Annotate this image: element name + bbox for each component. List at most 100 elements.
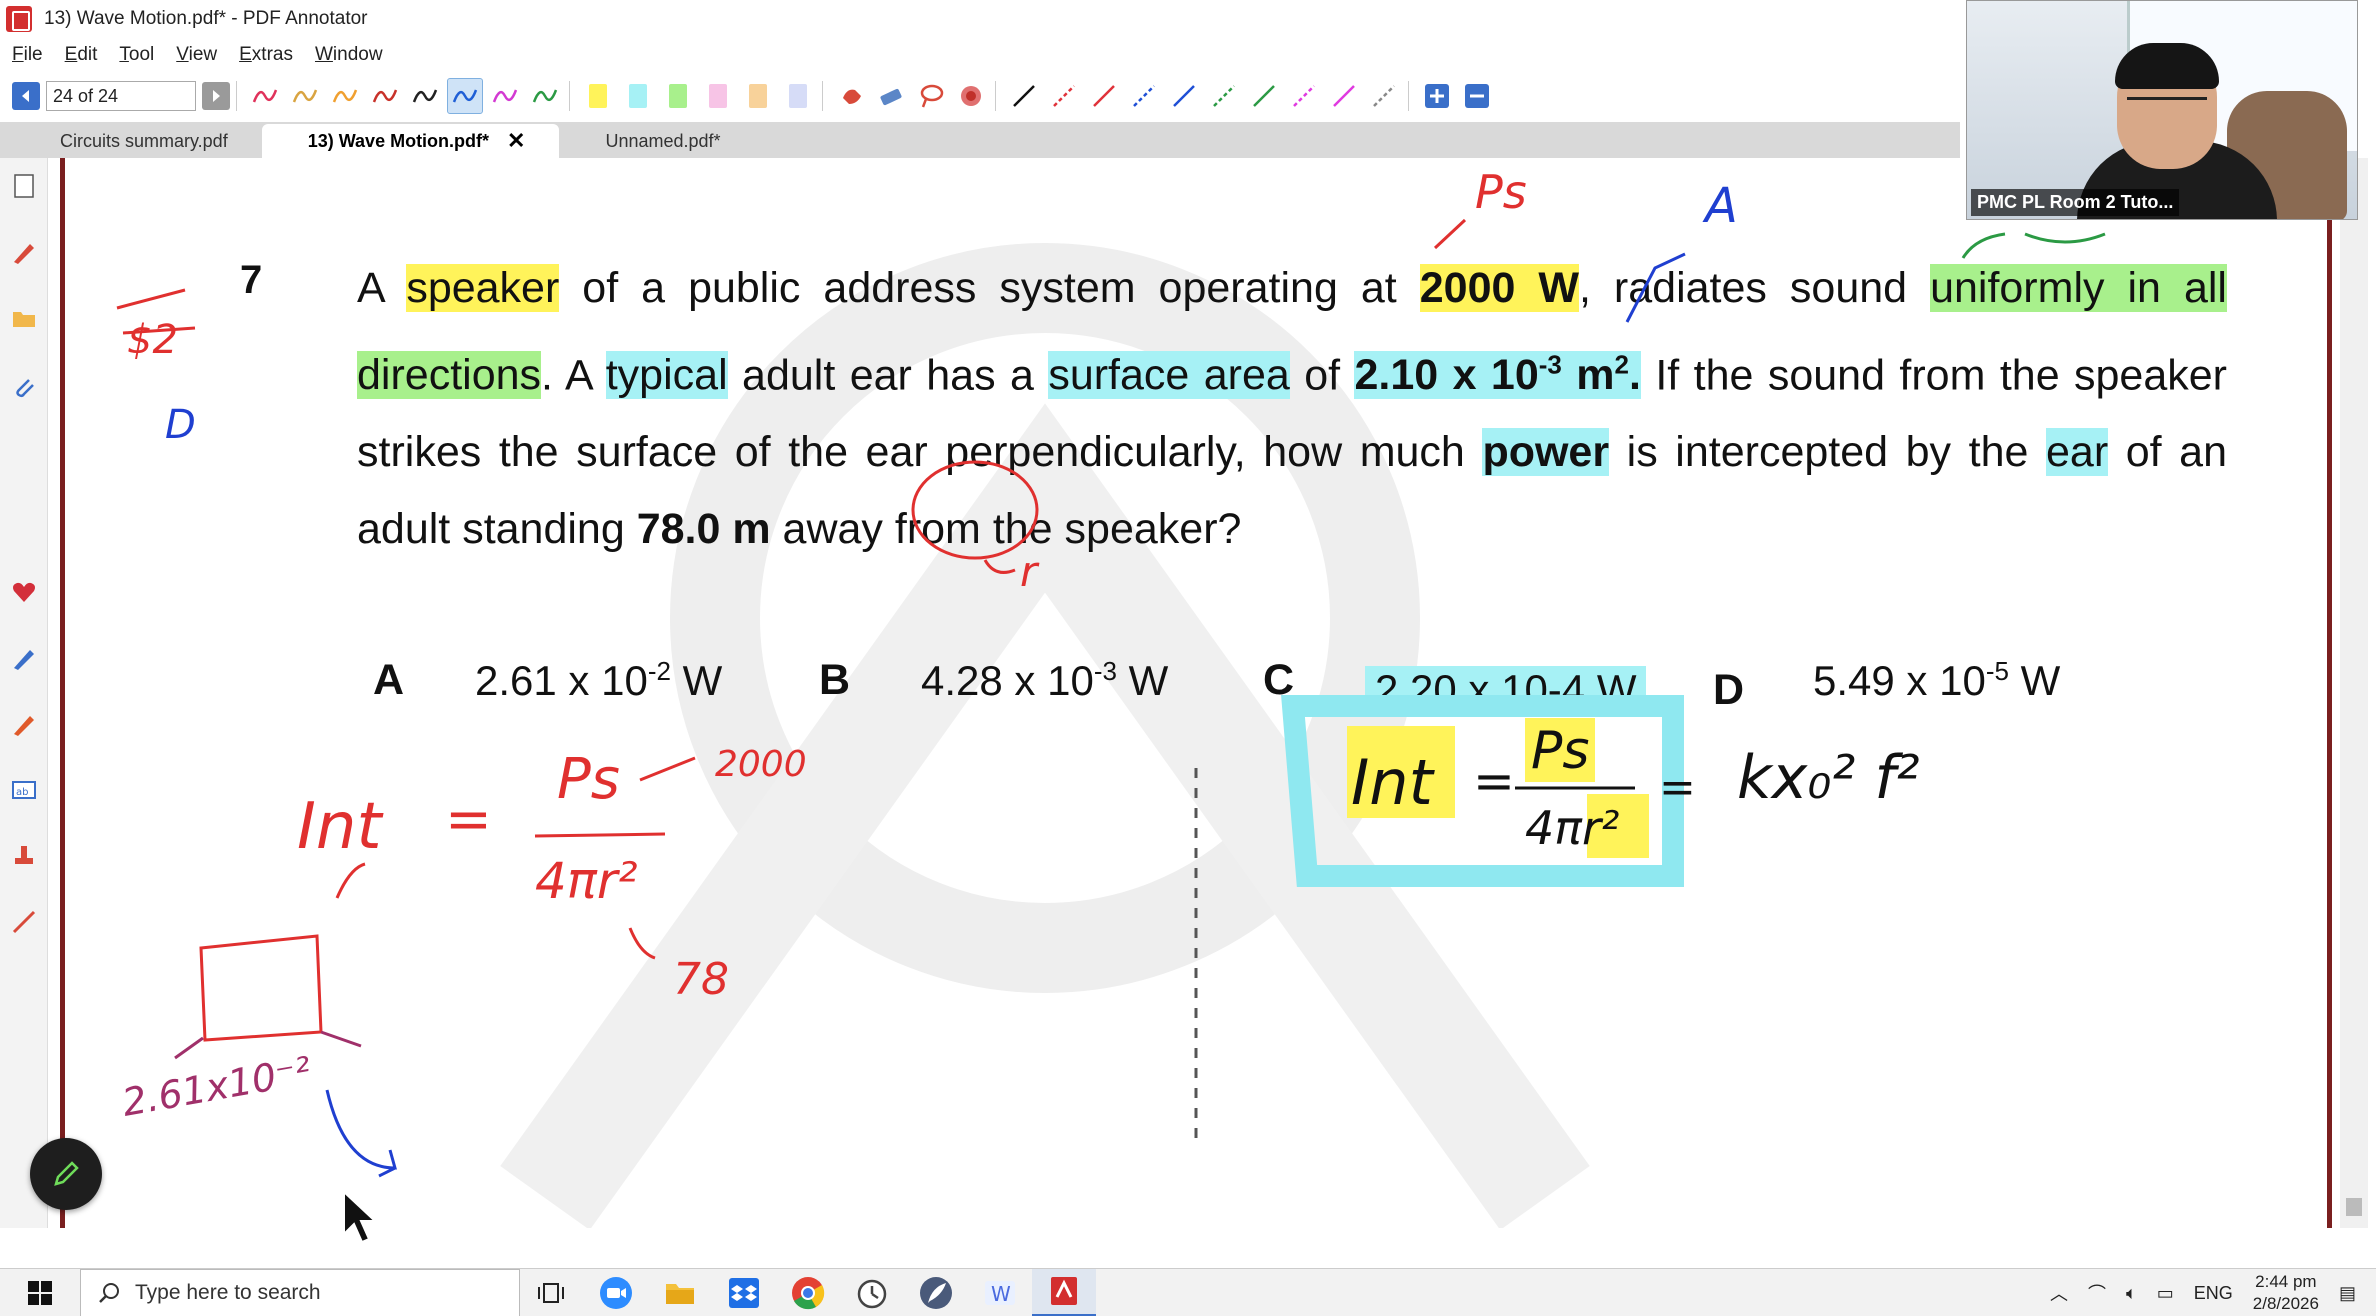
menu-bar: File Edit Tool View Extras Window: [0, 38, 1960, 72]
pdf-annotator-taskbar-button[interactable]: [1032, 1268, 1096, 1316]
battery-icon[interactable]: ▭: [2157, 1283, 2174, 1304]
whiteboard-app-button[interactable]: W: [968, 1269, 1032, 1316]
choice-b-value[interactable]: 4.28 x 10-3 W: [921, 656, 1168, 705]
pointer-tool-button[interactable]: [953, 78, 989, 114]
pen-stroke-icon: [412, 89, 438, 103]
clock-time: 2:44 pm: [2255, 1272, 2317, 1291]
previous-page-button[interactable]: [12, 82, 40, 110]
highlighter-tool-2[interactable]: [620, 78, 656, 114]
line-tool-1[interactable]: [1006, 78, 1042, 114]
pen-tool-1[interactable]: [247, 78, 283, 114]
page-thumbnail-button[interactable]: [10, 172, 38, 200]
task-view-button[interactable]: [520, 1269, 584, 1316]
next-page-button[interactable]: [202, 82, 230, 110]
sidebar-marker-button[interactable]: [10, 710, 38, 738]
ink-value-2000: 2000: [715, 744, 807, 785]
sidebar-pen-button[interactable]: [10, 238, 38, 266]
choice-a-value[interactable]: 2.61 x 10-2 W: [475, 656, 722, 705]
line-tool-5[interactable]: [1166, 78, 1202, 114]
zoom-out-button[interactable]: [1459, 78, 1495, 114]
chrome-app-button[interactable]: [776, 1269, 840, 1316]
sidebar-attachment-button[interactable]: [10, 372, 38, 400]
ink-ear-square: [199, 934, 323, 1042]
tab-circuits-summary[interactable]: Circuits summary.pdf: [14, 124, 262, 158]
line-tool-10[interactable]: [1366, 78, 1402, 114]
network-icon[interactable]: ⌒: [2088, 1280, 2106, 1306]
highlighter-swatch-icon: [749, 84, 767, 108]
clock-app-button[interactable]: [840, 1269, 904, 1316]
close-tab-icon[interactable]: ✕: [507, 128, 525, 154]
zoom-in-button[interactable]: [1419, 78, 1455, 114]
sidebar-stamp-button[interactable]: [10, 842, 38, 870]
menu-window[interactable]: Window: [315, 44, 383, 66]
tab-unnamed[interactable]: Unnamed.pdf*: [559, 124, 754, 158]
pen-tool-8[interactable]: [527, 78, 563, 114]
sidebar-text-button[interactable]: ab: [10, 776, 38, 804]
eraser-tool-button[interactable]: [873, 78, 909, 114]
tab-wave-motion[interactable]: 13) Wave Motion.pdf* ✕: [261, 124, 560, 158]
sidebar-line-button[interactable]: [10, 908, 38, 936]
sidebar-favorites-button[interactable]: [10, 578, 38, 606]
notifications-icon[interactable]: ▤: [2339, 1283, 2356, 1304]
arrow-right-icon: [213, 90, 220, 102]
choice-c-value[interactable]: 2.20 x 10-4 W: [1365, 666, 1647, 714]
page-number-input[interactable]: 24 of 24: [46, 81, 196, 111]
ink-value-78: 78: [673, 954, 729, 1005]
line-tool-9[interactable]: [1326, 78, 1362, 114]
hand-tool-button[interactable]: [833, 78, 869, 114]
start-button[interactable]: [0, 1269, 80, 1316]
pdf-page[interactable]: 7 A speaker of a public address system o…: [60, 158, 2332, 1228]
line-stroke-icon: [1333, 85, 1355, 107]
line-tool-6[interactable]: [1206, 78, 1242, 114]
feather-app-button[interactable]: [904, 1269, 968, 1316]
line-tool-8[interactable]: [1286, 78, 1322, 114]
menu-edit[interactable]: Edit: [65, 44, 98, 66]
show-hidden-icons-chevron-icon[interactable]: ︿: [2050, 1280, 2068, 1306]
scrollbar-thumb[interactable]: [2346, 1198, 2362, 1216]
dropbox-app-button[interactable]: [712, 1269, 776, 1316]
pen-tool-7[interactable]: [487, 78, 523, 114]
pen-tool-2[interactable]: [287, 78, 323, 114]
line-tool-2[interactable]: [1046, 78, 1082, 114]
pen-tool-6[interactable]: [447, 78, 483, 114]
line-tool-4[interactable]: [1126, 78, 1162, 114]
menu-file[interactable]: File: [12, 44, 43, 66]
line-tool-3[interactable]: [1086, 78, 1122, 114]
highlight-ear: ear: [2045, 428, 2109, 477]
search-placeholder: Type here to search: [135, 1280, 321, 1304]
menu-tool[interactable]: Tool: [119, 44, 154, 66]
highlighter-tool-5[interactable]: [740, 78, 776, 114]
highlighter-tool-6[interactable]: [780, 78, 816, 114]
file-explorer-button[interactable]: [648, 1269, 712, 1316]
pdf-annotator-app-icon: [6, 6, 32, 32]
pen-tool-3[interactable]: [327, 78, 363, 114]
menu-view[interactable]: View: [176, 44, 217, 66]
highlighter-tool-group: [576, 78, 816, 114]
webcam-participant-label: PMC PL Room 2 Tuto...: [1971, 189, 2180, 216]
ink-equals: =: [445, 787, 492, 852]
folder-icon: [13, 312, 35, 327]
menu-extras[interactable]: Extras: [239, 44, 293, 66]
language-indicator[interactable]: ENG: [2194, 1283, 2233, 1304]
pen-tool-5[interactable]: [407, 78, 443, 114]
windows-taskbar: Type here to search W ︿ ⌒ 🔈︎ ▭ ENG 2:44 …: [0, 1268, 2376, 1316]
ink-numerator: Ps: [557, 747, 620, 812]
highlighter-tool-3[interactable]: [660, 78, 696, 114]
highlighter-tool-1[interactable]: [580, 78, 616, 114]
taskbar-search-input[interactable]: Type here to search: [80, 1268, 520, 1316]
floating-pen-button[interactable]: [30, 1138, 102, 1210]
webcam-video-overlay[interactable]: PMC PL Room 2 Tuto...: [1966, 0, 2358, 220]
choice-d-value[interactable]: 5.49 x 10-5 W: [1813, 656, 2060, 705]
lasso-tool-button[interactable]: [913, 78, 949, 114]
system-tray: ︿ ⌒ 🔈︎ ▭ ENG 2:44 pm 2/8/2026 ▤: [2040, 1269, 2376, 1316]
taskbar-clock[interactable]: 2:44 pm 2/8/2026: [2253, 1271, 2319, 1315]
sidebar-pencil-button[interactable]: [10, 644, 38, 672]
sidebar-folder-button[interactable]: [10, 304, 38, 332]
volume-icon[interactable]: 🔈︎: [2126, 1283, 2137, 1304]
line-tool-7[interactable]: [1246, 78, 1282, 114]
ink-strike: [116, 288, 196, 335]
pen-tool-4[interactable]: [367, 78, 403, 114]
highlighter-tool-4[interactable]: [700, 78, 736, 114]
zoom-app-button[interactable]: [584, 1269, 648, 1316]
vertical-scrollbar[interactable]: [2340, 158, 2368, 1228]
